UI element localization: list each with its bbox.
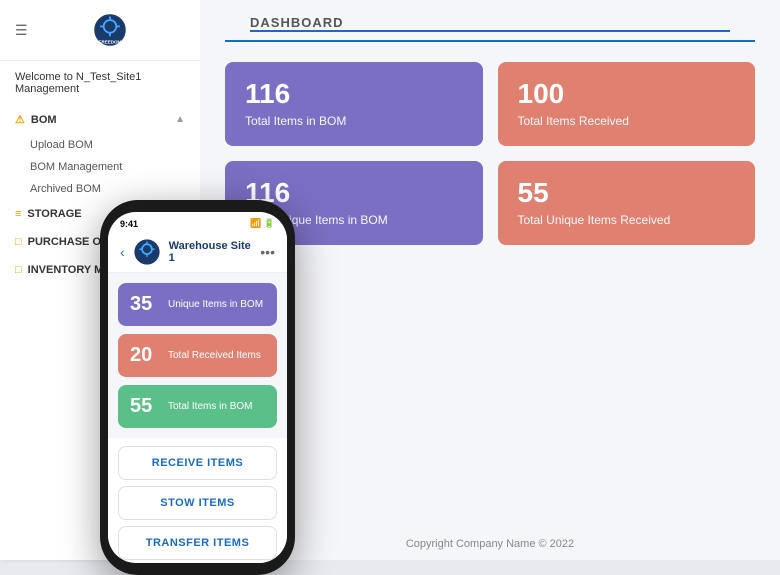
phone-stat-num-total-bom: 55 <box>130 395 158 418</box>
stat-number-total-bom: 116 <box>245 80 463 108</box>
phone-stat-num-received: 20 <box>130 344 158 367</box>
archived-bom-item[interactable]: Archived BOM <box>30 178 200 200</box>
stat-label-total-received: Total Items Received <box>518 114 736 128</box>
transfer-items-button[interactable]: TRANSFER ITEMS <box>118 526 277 560</box>
bom-sub-items: Upload BOM BOM Management Archived BOM <box>0 134 200 200</box>
dashboard-title: DASHBOARD <box>250 15 730 32</box>
stat-card-total-received: 100 Total Items Received <box>498 62 756 146</box>
warning-icon: ⚠ <box>15 114 25 126</box>
bom-management-item[interactable]: BOM Management <box>30 156 200 178</box>
svg-text:FREEDOM: FREEDOM <box>99 40 122 45</box>
phone-more-icon[interactable]: ••• <box>260 244 275 260</box>
phone-signal-icons: 📶 🔋 <box>250 218 275 229</box>
stat-number-unique-received: 55 <box>518 179 736 207</box>
phone-stats: 35 Unique Items in BOM 20 Total Received… <box>108 273 287 434</box>
sidebar-header: ☰ FREEDOM <box>0 0 200 61</box>
phone-mockup: 9:41 📶 🔋 ‹ Warehouse Site 1 ••• <box>100 200 295 575</box>
phone-stat-label-received: Total Received Items <box>168 350 261 361</box>
stat-label-total-bom: Total Items in BOM <box>245 114 463 128</box>
phone-wrapper: 9:41 📶 🔋 ‹ Warehouse Site 1 ••• <box>100 200 295 575</box>
site-welcome: Welcome to N_Test_Site1 Management <box>0 61 200 105</box>
phone-header: ‹ Warehouse Site 1 ••• <box>108 232 287 273</box>
logo-area: FREEDOM <box>36 12 185 48</box>
nav-section-bom: ⚠BOM ▲ Upload BOM BOM Management Archive… <box>0 105 200 200</box>
phone-time: 9:41 <box>120 219 138 229</box>
inventory-icon: □ <box>15 264 22 276</box>
phone-stat-num-unique-bom: 35 <box>130 293 158 316</box>
phone-stat-unique-bom: 35 Unique Items in BOM <box>118 283 277 326</box>
phone-action-buttons: RECEIVE ITEMS STOW ITEMS TRANSFER ITEMS <box>108 438 287 563</box>
phone-stat-received: 20 Total Received Items <box>118 334 277 377</box>
phone-stat-label-total-bom: Total Items in BOM <box>168 401 252 412</box>
phone-status-bar: 9:41 📶 🔋 <box>108 212 287 232</box>
stat-card-unique-received: 55 Total Unique Items Received <box>498 161 756 245</box>
phone-screen: 9:41 📶 🔋 ‹ Warehouse Site 1 ••• <box>108 212 287 563</box>
phone-stat-total-bom: 55 Total Items in BOM <box>118 385 277 428</box>
nav-bom-header[interactable]: ⚠BOM ▲ <box>0 105 200 134</box>
upload-bom-item[interactable]: Upload BOM <box>30 134 200 156</box>
phone-back-icon[interactable]: ‹ <box>120 244 125 260</box>
stat-card-total-bom: 116 Total Items in BOM <box>225 62 483 146</box>
stat-label-unique-received: Total Unique Items Received <box>518 213 736 227</box>
dashboard-title-bar: DASHBOARD <box>225 15 755 42</box>
purchase-icon: □ <box>15 236 22 248</box>
app-logo: FREEDOM <box>92 12 128 48</box>
phone-site-name: Warehouse Site 1 <box>169 240 253 264</box>
stow-items-button[interactable]: STOW ITEMS <box>118 486 277 520</box>
phone-stat-label-unique-bom: Unique Items in BOM <box>168 299 263 310</box>
stat-number-total-received: 100 <box>518 80 736 108</box>
hamburger-icon[interactable]: ☰ <box>15 22 28 39</box>
chevron-up-icon: ▲ <box>175 114 185 125</box>
list-icon: ≡ <box>15 208 21 220</box>
receive-items-button[interactable]: RECEIVE ITEMS <box>118 446 277 480</box>
phone-logo <box>133 238 161 266</box>
